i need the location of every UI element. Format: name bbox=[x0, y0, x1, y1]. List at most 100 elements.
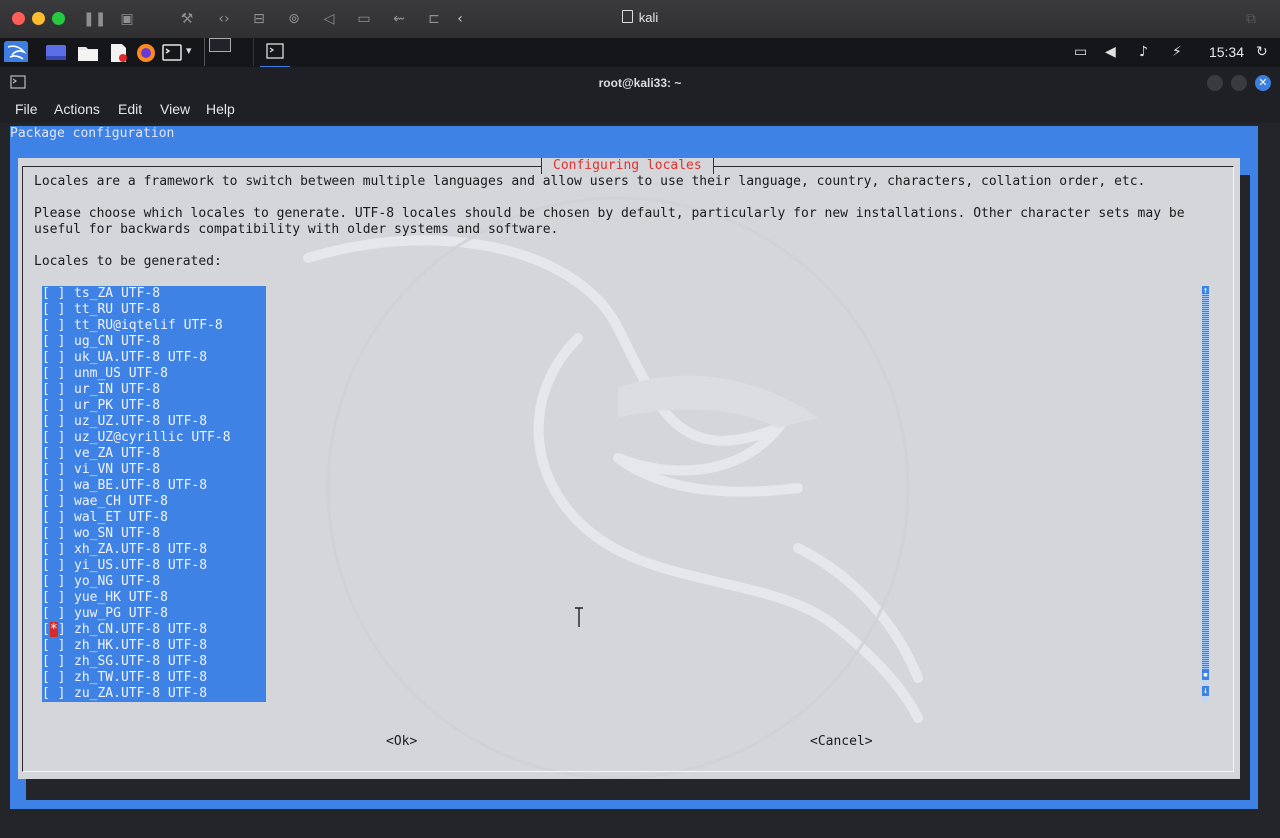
taskbar-terminal-button[interactable] bbox=[260, 38, 290, 68]
locale-row[interactable]: [ ] wal_ET UTF-8 bbox=[42, 510, 266, 526]
workspace-1[interactable] bbox=[209, 38, 231, 52]
workspace-switcher[interactable] bbox=[204, 38, 254, 66]
locale-row[interactable]: [ ] zh_TW.UTF-8 UTF-8 bbox=[42, 670, 266, 686]
locale-row[interactable]: [ ] ts_ZA UTF-8 bbox=[42, 286, 266, 302]
description-text-line2: useful for backwards compatibility with … bbox=[34, 222, 559, 237]
desktop-icon[interactable] bbox=[44, 42, 68, 63]
locale-checkbox[interactable]: [ ] bbox=[42, 590, 66, 606]
locale-label: zh_HK.UTF-8 UTF-8 bbox=[74, 638, 208, 653]
locale-checkbox[interactable]: [ ] bbox=[42, 398, 66, 414]
terminal-icon[interactable] bbox=[162, 42, 182, 63]
window-copy-icon[interactable]: ⧉ bbox=[1241, 9, 1261, 29]
locale-row[interactable]: [ ] tt_RU UTF-8 bbox=[42, 302, 266, 318]
locale-row[interactable]: [ ] ve_ZA UTF-8 bbox=[42, 446, 266, 462]
document-icon bbox=[621, 10, 633, 23]
minimize-button[interactable] bbox=[1207, 75, 1223, 91]
locale-checkbox[interactable]: [ ] bbox=[42, 430, 66, 446]
locale-checkbox[interactable]: [ ] bbox=[42, 478, 66, 494]
locale-checkbox[interactable]: [ ] bbox=[42, 494, 66, 510]
locale-checkbox[interactable]: [ ] bbox=[42, 286, 66, 302]
locale-checkbox[interactable]: [*] bbox=[42, 622, 66, 638]
locale-checkbox[interactable]: [ ] bbox=[42, 302, 66, 318]
locale-row[interactable]: [ ] yo_NG UTF-8 bbox=[42, 574, 266, 590]
locale-checkbox[interactable]: [ ] bbox=[42, 318, 66, 334]
firefox-icon[interactable] bbox=[135, 42, 157, 63]
locale-checkbox[interactable]: [ ] bbox=[42, 510, 66, 526]
locale-checkbox[interactable]: [ ] bbox=[42, 366, 66, 382]
locale-row[interactable]: [ ] wae_CH UTF-8 bbox=[42, 494, 266, 510]
locale-checkbox[interactable]: [ ] bbox=[42, 606, 66, 622]
locale-checkbox[interactable]: [ ] bbox=[42, 686, 66, 702]
locale-row[interactable]: [ ] uk_UA.UTF-8 UTF-8 bbox=[42, 350, 266, 366]
menu-view[interactable]: View bbox=[160, 101, 190, 117]
locale-row[interactable]: [ ] tt_RU@iqtelif UTF-8 bbox=[42, 318, 266, 334]
locale-label: uz_UZ.UTF-8 UTF-8 bbox=[74, 414, 208, 429]
locale-row[interactable]: [*] zh_CN.UTF-8 UTF-8 bbox=[42, 622, 266, 638]
chevron-down-icon[interactable]: ▾ bbox=[186, 44, 192, 65]
locale-checklist[interactable]: [ ] ts_ZA UTF-8 [ ] tt_RU UTF-8 [ ] tt_RU@iqt… bbox=[42, 286, 266, 702]
locale-label: uk_UA.UTF-8 UTF-8 bbox=[74, 350, 208, 365]
locale-row[interactable]: [ ] wo_SN UTF-8 bbox=[42, 526, 266, 542]
refresh-icon[interactable]: ↻ bbox=[1256, 43, 1268, 62]
ok-button[interactable]: <Ok> bbox=[386, 734, 417, 750]
scrollbar-thumb[interactable]: ▪ bbox=[1202, 670, 1209, 680]
locale-checkbox[interactable]: [ ] bbox=[42, 414, 66, 430]
locale-row[interactable]: [ ] yue_HK UTF-8 bbox=[42, 590, 266, 606]
maximize-button[interactable] bbox=[1231, 75, 1247, 91]
locale-row[interactable]: [ ] ug_CN UTF-8 bbox=[42, 334, 266, 350]
locale-row[interactable]: [ ] zu_ZA.UTF-8 UTF-8 bbox=[42, 686, 266, 702]
locale-label: wa_BE.UTF-8 UTF-8 bbox=[74, 478, 208, 493]
locale-label: uz_UZ@cyrillic UTF-8 bbox=[74, 430, 231, 445]
locale-row[interactable]: [ ] uz_UZ@cyrillic UTF-8 bbox=[42, 430, 266, 446]
locale-checkbox[interactable]: [ ] bbox=[42, 334, 66, 350]
locale-checkbox[interactable]: [ ] bbox=[42, 574, 66, 590]
locale-label: tt_RU UTF-8 bbox=[74, 302, 161, 317]
locale-checkbox[interactable]: [ ] bbox=[42, 526, 66, 542]
locale-checkbox[interactable]: [ ] bbox=[42, 542, 66, 558]
locale-label: unm_US UTF-8 bbox=[74, 366, 168, 381]
locale-checkbox[interactable]: [ ] bbox=[42, 638, 66, 654]
scrollbar-track-fill bbox=[1202, 294, 1209, 670]
locale-row[interactable]: [ ] yi_US.UTF-8 UTF-8 bbox=[42, 558, 266, 574]
menu-file[interactable]: File bbox=[15, 101, 38, 117]
file-manager-icon[interactable] bbox=[76, 42, 100, 63]
text-cursor-icon bbox=[575, 607, 583, 627]
locale-row[interactable]: [ ] wa_BE.UTF-8 UTF-8 bbox=[42, 478, 266, 494]
scrollbar[interactable]: ↑ ▪ ↓ bbox=[1202, 286, 1209, 702]
locale-checkbox[interactable]: [ ] bbox=[42, 382, 66, 398]
clock: 15:34 bbox=[1208, 44, 1244, 60]
bell-icon[interactable]: ♪ bbox=[1139, 43, 1148, 62]
locale-checkbox[interactable]: [ ] bbox=[42, 446, 66, 462]
locale-row[interactable]: [ ] zh_SG.UTF-8 UTF-8 bbox=[42, 654, 266, 670]
menu-help[interactable]: Help bbox=[206, 101, 235, 117]
locale-checkbox[interactable]: [ ] bbox=[42, 350, 66, 366]
locale-row[interactable]: [ ] ur_PK UTF-8 bbox=[42, 398, 266, 414]
locale-row[interactable]: [ ] unm_US UTF-8 bbox=[42, 366, 266, 382]
locale-row[interactable]: [ ] yuw_PG UTF-8 bbox=[42, 606, 266, 622]
network-icon[interactable]: ▭ bbox=[1074, 43, 1087, 62]
locale-checkbox[interactable]: [ ] bbox=[42, 654, 66, 670]
intro-text: Locales are a framework to switch betwee… bbox=[34, 174, 1146, 189]
locale-label: zh_TW.UTF-8 UTF-8 bbox=[74, 670, 208, 685]
cancel-button[interactable]: <Cancel> bbox=[810, 734, 873, 750]
locale-row[interactable]: [ ] uz_UZ.UTF-8 UTF-8 bbox=[42, 414, 266, 430]
volume-icon[interactable]: ◀︎ bbox=[1105, 43, 1116, 62]
vm-window-title: kali bbox=[0, 10, 1280, 25]
menu-actions[interactable]: Actions bbox=[54, 101, 100, 117]
kali-menu-icon[interactable] bbox=[4, 41, 28, 62]
locale-row[interactable]: [ ] xh_ZA.UTF-8 UTF-8 bbox=[42, 542, 266, 558]
locale-checkbox[interactable]: [ ] bbox=[42, 462, 66, 478]
power-icon[interactable]: ⚡ bbox=[1172, 43, 1182, 62]
locale-row[interactable]: [ ] vi_VN UTF-8 bbox=[42, 462, 266, 478]
menu-edit[interactable]: Edit bbox=[118, 101, 142, 117]
locale-row[interactable]: [ ] ur_IN UTF-8 bbox=[42, 382, 266, 398]
locale-checkbox[interactable]: [ ] bbox=[42, 558, 66, 574]
locale-row[interactable]: [ ] zh_HK.UTF-8 UTF-8 bbox=[42, 638, 266, 654]
locales-prompt: Locales to be generated: bbox=[34, 254, 222, 269]
scroll-down-arrow[interactable]: ↓ bbox=[1202, 686, 1209, 696]
locale-checkbox[interactable]: [ ] bbox=[42, 670, 66, 686]
screen-title: Package configuration bbox=[10, 126, 175, 141]
close-icon[interactable]: ✕ bbox=[1255, 75, 1271, 91]
text-editor-icon[interactable] bbox=[108, 42, 130, 63]
terminal-content[interactable]: Package configuration Configuring locale… bbox=[0, 123, 1280, 838]
